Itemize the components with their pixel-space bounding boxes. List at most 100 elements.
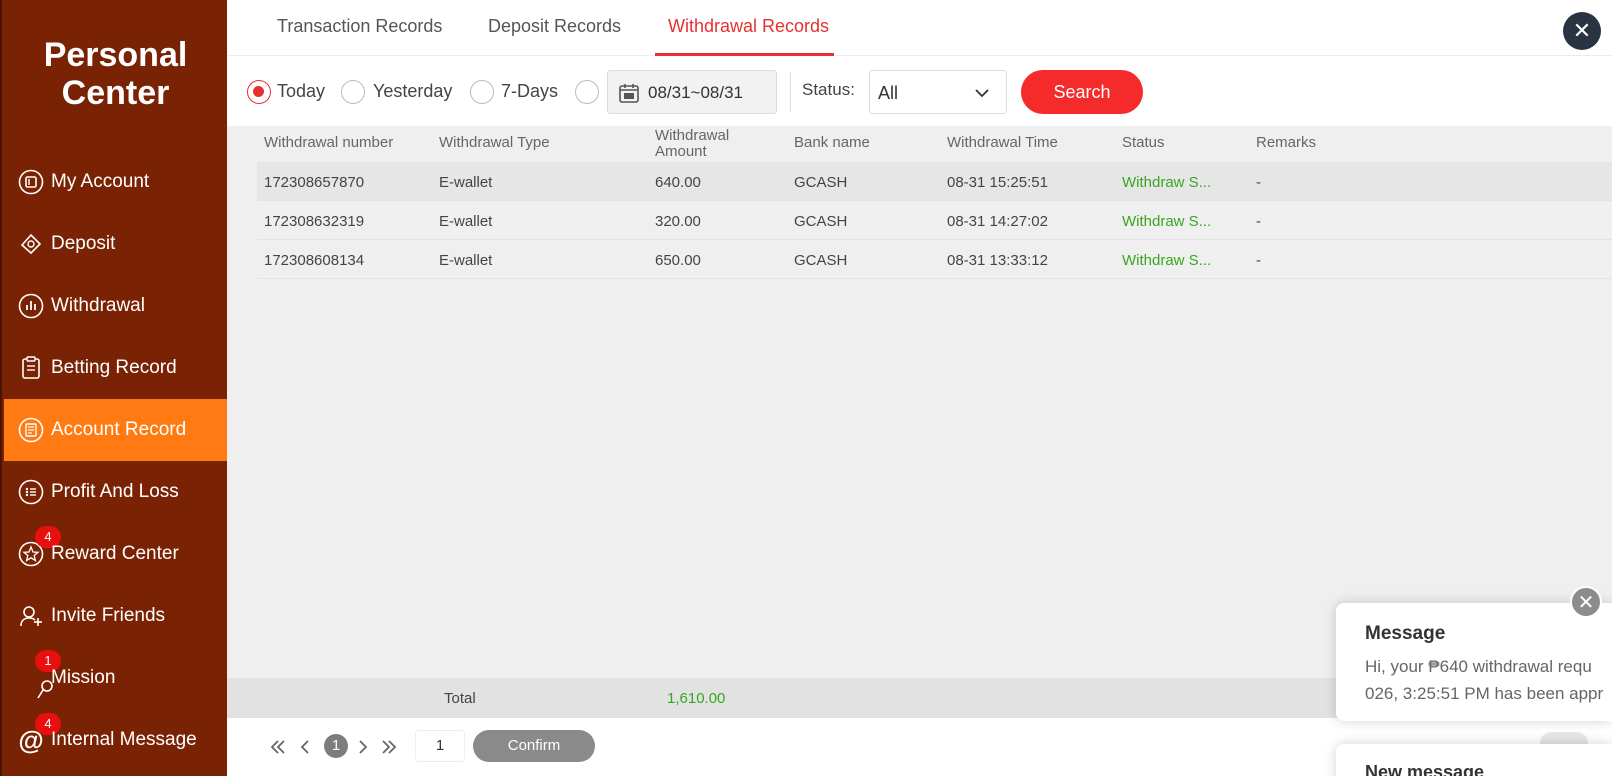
clipboard-icon xyxy=(17,354,45,382)
table-header: Withdrawal number Withdrawal Type Withdr… xyxy=(227,126,1612,162)
radio-7-days-label[interactable]: 7-Days xyxy=(501,81,558,102)
sidebar-item-deposit[interactable]: Deposit xyxy=(4,213,229,275)
message-line1: Hi, your ₱640 withdrawal requ xyxy=(1365,657,1592,676)
total-value: 1,610.00 xyxy=(667,690,726,707)
invite-icon xyxy=(17,602,45,630)
sidebar-item-label: Reward Center xyxy=(51,543,179,564)
next-page-button[interactable] xyxy=(352,736,374,758)
sidebar-item-label: Withdrawal xyxy=(51,295,145,316)
confirm-button[interactable]: Confirm xyxy=(473,730,595,762)
total-label: Total xyxy=(444,690,476,707)
tab-deposit-records[interactable]: Deposit Records xyxy=(488,16,621,37)
new-message-popup[interactable]: New message xyxy=(1336,744,1612,776)
double-chevron-right-icon xyxy=(382,740,397,754)
first-page-button[interactable] xyxy=(267,736,289,758)
date-range-picker[interactable]: 08/31~08/31 xyxy=(607,70,777,114)
radio-7-days[interactable] xyxy=(470,80,494,104)
cell-status: Withdraw S... xyxy=(1122,174,1212,191)
wallet-icon xyxy=(17,168,45,196)
calendar-icon xyxy=(619,84,639,103)
filter-bar: Today Yesterday 7-Days 08/31~08/31 Statu… xyxy=(227,66,1612,118)
cell-withdrawal-type: E-wallet xyxy=(439,174,493,191)
close-button[interactable]: ✕ xyxy=(1563,12,1601,50)
radio-today[interactable] xyxy=(247,80,271,104)
cell-withdrawal-number: 172308632319 xyxy=(264,213,365,230)
sidebar-item-label: Betting Record xyxy=(51,357,177,378)
cell-status: Withdraw S... xyxy=(1122,213,1212,230)
cell-bank-name: GCASH xyxy=(794,213,848,230)
date-range-value: 08/31~08/31 xyxy=(648,83,744,102)
sidebar-item-my-account[interactable]: My Account xyxy=(4,151,229,213)
tab-transaction-records[interactable]: Transaction Records xyxy=(277,16,442,37)
page-number-current[interactable]: 1 xyxy=(324,734,348,758)
header-withdrawal-amount: Withdrawal Amount xyxy=(655,128,729,160)
sidebar-item-label: Mission xyxy=(51,667,116,688)
message-popup[interactable]: Message Hi, your ₱640 withdrawal requ 02… xyxy=(1336,603,1612,721)
header-withdrawal-type: Withdrawal Type xyxy=(439,134,550,151)
radio-today-label[interactable]: Today xyxy=(277,81,325,102)
personal-center-page: Personal Center My Account Deposit Withd… xyxy=(0,0,1612,776)
cell-remarks: - xyxy=(1256,213,1261,230)
header-status: Status xyxy=(1122,134,1165,151)
sidebar-title: Personal Center xyxy=(2,36,229,112)
status-label: Status: xyxy=(802,80,855,99)
cell-amount: 650.00 xyxy=(655,252,701,269)
filter-divider xyxy=(790,72,791,112)
message-body: Hi, your ₱640 withdrawal requ 026, 3:25:… xyxy=(1365,653,1612,707)
radio-yesterday-label[interactable]: Yesterday xyxy=(373,81,452,102)
new-message-title: New message xyxy=(1365,762,1485,776)
sidebar: Personal Center My Account Deposit Withd… xyxy=(0,0,229,776)
sidebar-item-internal-message[interactable]: @ 4 Internal Message xyxy=(4,709,229,771)
sidebar-item-label: Account Record xyxy=(51,419,187,440)
last-page-button[interactable] xyxy=(378,736,400,758)
chevron-right-icon xyxy=(359,740,368,754)
cell-remarks: - xyxy=(1256,252,1261,269)
table-row: 172308657870 E-wallet 640.00 GCASH 08-31… xyxy=(257,162,1612,201)
withdrawal-icon xyxy=(17,292,45,320)
cell-status: Withdraw S... xyxy=(1122,252,1212,269)
status-select-value: All xyxy=(878,83,899,103)
cell-withdrawal-number: 172308657870 xyxy=(264,174,365,191)
close-icon: ✕ xyxy=(1572,18,1592,43)
cell-withdrawal-time: 08-31 15:25:51 xyxy=(947,174,1048,191)
list-icon xyxy=(17,478,45,506)
search-button[interactable]: Search xyxy=(1021,70,1143,114)
sidebar-item-withdrawal[interactable]: Withdrawal xyxy=(4,275,229,337)
deposit-icon xyxy=(17,230,45,258)
close-icon: ✕ xyxy=(1577,591,1595,614)
message-close-button[interactable]: ✕ xyxy=(1570,586,1602,618)
sidebar-title-line1: Personal xyxy=(43,36,188,74)
chevron-left-icon xyxy=(300,740,309,754)
cell-withdrawal-number: 172308608134 xyxy=(264,252,365,269)
header-withdrawal-number: Withdrawal number xyxy=(264,134,394,151)
page-jump-input[interactable]: 1 xyxy=(415,730,465,762)
chevron-down-icon xyxy=(975,89,989,98)
sidebar-item-label: Profit And Loss xyxy=(51,481,179,502)
table-row: 172308632319 E-wallet 320.00 GCASH 08-31… xyxy=(257,201,1612,240)
records-tabs: Transaction Records Deposit Records With… xyxy=(227,0,1612,56)
sidebar-item-profit-and-loss[interactable]: Profit And Loss xyxy=(4,461,229,523)
sidebar-item-betting-record[interactable]: Betting Record xyxy=(4,337,229,399)
cell-withdrawal-time: 08-31 13:33:12 xyxy=(947,252,1048,269)
active-tab-indicator xyxy=(655,53,834,56)
header-remarks: Remarks xyxy=(1256,134,1317,151)
cell-withdrawal-type: E-wallet xyxy=(439,252,493,269)
sidebar-item-reward-center[interactable]: 4 Reward Center xyxy=(4,523,229,585)
sidebar-item-invite-friends[interactable]: Invite Friends xyxy=(4,585,229,647)
header-bank-name: Bank name xyxy=(794,134,870,151)
tab-withdrawal-records[interactable]: Withdrawal Records xyxy=(668,16,829,37)
header-withdrawal-amount-line2: Amount xyxy=(655,143,707,160)
sidebar-item-label: Invite Friends xyxy=(51,605,166,626)
radio-yesterday[interactable] xyxy=(341,80,365,104)
sidebar-item-label: Deposit xyxy=(51,233,116,254)
sidebar-item-mission[interactable]: 1 Mission xyxy=(4,647,229,709)
cell-withdrawal-type: E-wallet xyxy=(439,213,493,230)
header-withdrawal-amount-line1: Withdrawal xyxy=(655,127,730,144)
sidebar-item-account-record[interactable]: Account Record xyxy=(4,399,229,461)
sidebar-item-label: My Account xyxy=(51,171,150,192)
prev-page-button[interactable] xyxy=(294,736,316,758)
cell-amount: 320.00 xyxy=(655,213,701,230)
radio-custom-range[interactable] xyxy=(575,80,599,104)
status-select[interactable]: All xyxy=(869,70,1007,114)
double-chevron-left-icon xyxy=(270,740,285,754)
